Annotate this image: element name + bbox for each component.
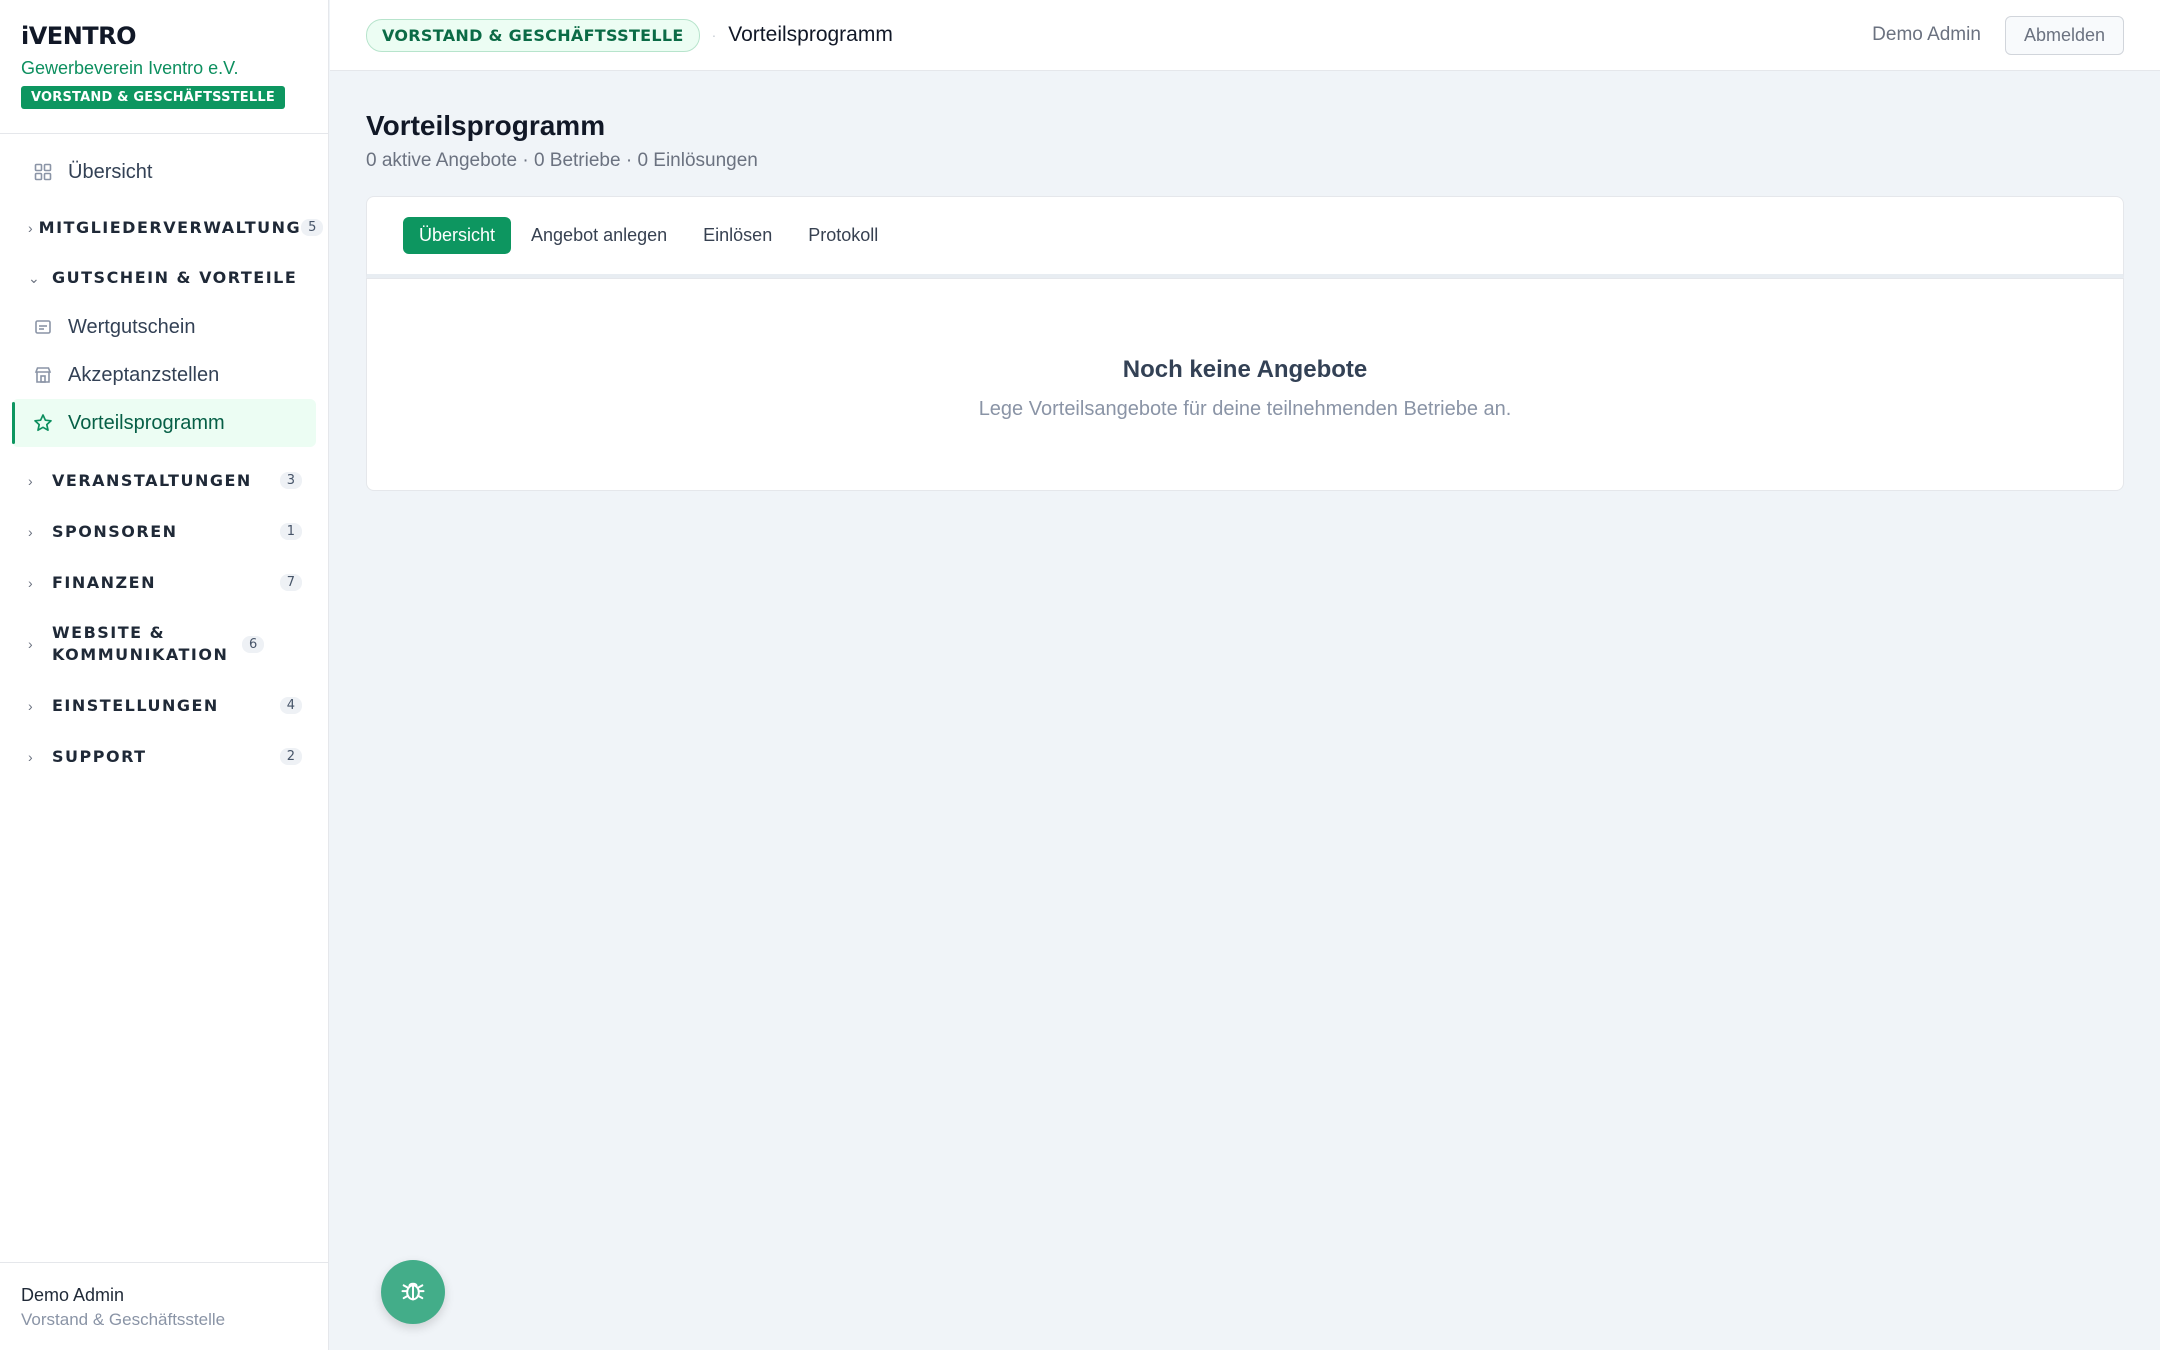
chevron-right-icon: ›	[28, 523, 33, 540]
sidebar-item-label: Vorteilsprogramm	[68, 411, 225, 434]
logout-button[interactable]: Abmelden	[2004, 15, 2124, 55]
sidebar-group-gutschein-vorteile[interactable]: ⌄ GUTSCHEIN & VORTEILE	[12, 253, 316, 303]
group-count: 4	[279, 697, 302, 714]
sidebar-group-veranstaltungen[interactable]: › VERANSTALTUNGEN 3	[12, 455, 316, 506]
role-pill: VORSTAND & GESCHÄFTSSTELLE	[366, 18, 700, 52]
empty-state: Noch keine Angebote Lege Vorteilsangebot…	[366, 278, 2124, 491]
sidebar-item-label: Übersicht	[68, 160, 153, 183]
sidebar-item-label: Wertgutschein	[68, 315, 196, 338]
main-content: Vorteilsprogramm 0 aktive Angebote · 0 B…	[366, 71, 2124, 491]
bug-report-button[interactable]	[381, 1260, 445, 1324]
chevron-right-icon: ›	[28, 472, 33, 489]
sidebar: iVENTRO Gewerbeverein Iventro e.V. VORST…	[0, 0, 329, 1350]
current-user-name: Demo Admin	[1872, 24, 1981, 45]
group-count: 3	[279, 472, 302, 489]
group-label: GUTSCHEIN & VORTEILE	[52, 268, 298, 287]
group-label: SUPPORT	[52, 746, 147, 766]
role-badge: VORSTAND & GESCHÄFTSSTELLE	[21, 86, 285, 109]
tab-bar: Übersicht Angebot anlegen Einlösen Proto…	[366, 196, 2124, 278]
group-label: MITGLIEDERVERWALTUNG	[38, 217, 302, 237]
footer-user-name: Demo Admin	[21, 1285, 125, 1305]
group-count: 7	[279, 574, 302, 591]
sidebar-group-sponsoren[interactable]: › SPONSOREN 1	[12, 506, 316, 557]
sidebar-group-finanzen[interactable]: › FINANZEN 7	[12, 557, 316, 608]
group-label: FINANZEN	[52, 572, 156, 592]
group-count: 2	[279, 748, 302, 765]
chevron-right-icon: ›	[28, 697, 33, 714]
topbar: VORSTAND & GESCHÄFTSSTELLE · Vorteilspro…	[330, 0, 2160, 71]
group-label: EINSTELLUNGEN	[52, 695, 219, 715]
sidebar-group-support[interactable]: › SUPPORT 2	[12, 731, 316, 782]
empty-state-text: Lege Vorteilsangebote für deine teilnehm…	[978, 398, 1512, 420]
tab-log[interactable]: Protokoll	[792, 217, 894, 254]
group-count: 1	[279, 523, 302, 540]
chevron-right-icon: ›	[28, 219, 33, 236]
app-logo[interactable]: iVENTRO	[21, 22, 307, 50]
sidebar-group-website-kommunikation[interactable]: › WEBSITE & KOMMUNIKATION 6	[12, 608, 316, 680]
bug-icon	[399, 1276, 427, 1309]
page-title: Vorteilsprogramm	[366, 110, 606, 141]
store-icon	[32, 364, 54, 386]
organization-name: Gewerbeverein Iventro e.V.	[21, 58, 239, 78]
sidebar-user-footer: Demo Admin Vorstand & Geschäftsstelle	[0, 1262, 328, 1350]
chevron-right-icon: ›	[28, 574, 33, 591]
grid-icon	[32, 161, 54, 183]
sidebar-item-label: Akzeptanzstellen	[68, 363, 220, 386]
sidebar-item-akzeptanzstellen[interactable]: Akzeptanzstellen	[12, 351, 316, 399]
star-icon	[32, 412, 54, 434]
tab-overview[interactable]: Übersicht	[403, 217, 512, 254]
breadcrumb-current: Vorteilsprogramm	[728, 23, 893, 46]
sidebar-group-einstellungen[interactable]: › EINSTELLUNGEN 4	[12, 680, 316, 731]
group-count: 6	[242, 635, 265, 653]
group-label: VERANSTALTUNGEN	[52, 470, 252, 490]
sidebar-group-mitgliederverwaltung[interactable]: › MITGLIEDERVERWALTUNG 5	[12, 202, 324, 253]
chevron-right-icon: ›	[28, 748, 33, 765]
group-label: SPONSOREN	[52, 521, 178, 541]
chevron-down-icon: ⌄	[28, 269, 40, 286]
group-label: WEBSITE & KOMMUNIKATION	[52, 623, 229, 664]
brand-block: iVENTRO Gewerbeverein Iventro e.V. VORST…	[0, 0, 328, 134]
group-count: 5	[301, 219, 324, 236]
footer-user-role: Vorstand & Geschäftsstelle	[21, 1310, 226, 1329]
voucher-icon	[32, 316, 54, 338]
page-stats: 0 aktive Angebote · 0 Betriebe · 0 Einlö…	[366, 150, 758, 171]
sidebar-item-overview[interactable]: Übersicht	[12, 148, 316, 196]
sidebar-nav: Übersicht › MITGLIEDERVERWALTUNG 5 ⌄ GUT…	[0, 134, 328, 782]
empty-state-title: Noch keine Angebote	[1122, 356, 1368, 383]
tab-create-offer[interactable]: Angebot anlegen	[515, 217, 683, 254]
sidebar-item-wertgutschein[interactable]: Wertgutschein	[12, 303, 316, 351]
tab-redeem[interactable]: Einlösen	[687, 217, 788, 254]
chevron-right-icon: ›	[28, 636, 33, 652]
sidebar-item-vorteilsprogramm[interactable]: Vorteilsprogramm	[12, 399, 316, 447]
breadcrumb-separator: ·	[711, 27, 717, 43]
